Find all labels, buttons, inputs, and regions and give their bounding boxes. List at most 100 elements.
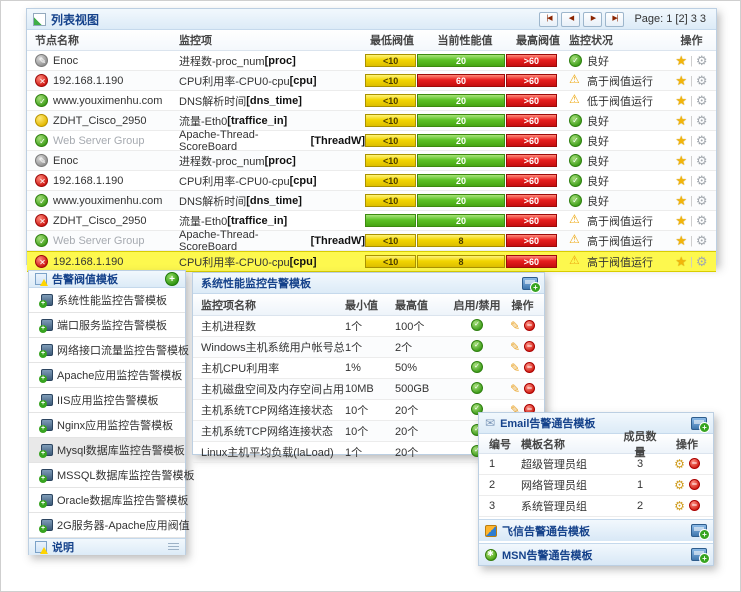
enabled-toggle-icon[interactable] — [471, 382, 483, 394]
threshold-bar: <10 60 >60 — [365, 74, 565, 87]
monitor-row[interactable]: Enoc 进程数-proc_num[proc] <10 20 >60 — [27, 51, 716, 71]
settings-gear-icon[interactable]: ⚙ — [696, 53, 708, 69]
edit-icon[interactable]: ✎ — [510, 382, 520, 396]
template-list-item[interactable]: Apache应用监控告警模板 — [29, 363, 185, 388]
fetion-template-bar[interactable]: 飞信告警通告模板 — [479, 519, 713, 541]
template-item-label: Oracle数据库监控告警模板 — [57, 492, 188, 508]
template-list-item[interactable]: 网络接口流量监控告警模板 — [29, 338, 185, 363]
current-value-segment: 20 — [417, 94, 504, 107]
enabled-toggle-icon[interactable] — [471, 361, 483, 373]
template-list-item[interactable]: Oracle数据库监控告警模板 — [29, 488, 185, 513]
lines-icon — [168, 543, 179, 551]
delete-icon[interactable] — [689, 479, 700, 490]
status-icon — [569, 74, 582, 87]
node-state-icon — [35, 214, 48, 227]
settings-gear-icon[interactable]: ⚙ — [696, 113, 708, 129]
template-item-label: Mysql数据库监控告警模板 — [57, 442, 185, 458]
template-list-item[interactable]: 端口服务监控告警模板 — [29, 313, 185, 338]
status-text: 良好 — [587, 153, 609, 169]
node-name: ZDHT_Cisco_2950 — [53, 215, 147, 227]
settings-gear-icon[interactable]: ⚙ — [696, 133, 708, 149]
monitor-item-text: 流量-Eth0 — [179, 113, 227, 129]
settings-gear-icon[interactable]: ⚙ — [696, 153, 708, 169]
column-member-count: 成员数量 — [619, 428, 661, 460]
node-name: Enoc — [53, 55, 78, 67]
template-list-item[interactable]: Nginx应用监控告警模板 — [29, 413, 185, 438]
pager-next-button[interactable]: ▶ — [583, 12, 602, 27]
monitor-row[interactable]: Web Server Group Apache-Thread-ScoreBoar… — [27, 131, 716, 151]
monitor-item-text: Apache-Thread-ScoreBoard — [179, 229, 311, 253]
add-msn-template-icon[interactable] — [691, 548, 707, 561]
min-value: 10个 — [345, 423, 395, 439]
configure-icon[interactable]: ⚙ — [674, 478, 685, 492]
favorite-star-icon[interactable]: ★ — [675, 193, 687, 209]
node-state-icon — [35, 54, 48, 67]
monitor-row[interactable]: ZDHT_Cisco_2950 流量-Eth0[traffice_in] <10… — [27, 111, 716, 131]
favorite-star-icon[interactable]: ★ — [675, 113, 687, 129]
monitor-row[interactable]: Web Server Group Apache-Thread-ScoreBoar… — [27, 231, 716, 251]
delete-icon[interactable] — [524, 320, 535, 331]
pager-prev-button[interactable]: ◀ — [561, 12, 580, 27]
favorite-star-icon[interactable]: ★ — [675, 153, 687, 169]
delete-icon[interactable] — [524, 341, 535, 352]
delete-icon[interactable] — [524, 362, 535, 373]
add-monitor-item-icon[interactable] — [522, 277, 538, 290]
configure-icon[interactable]: ⚙ — [674, 457, 685, 471]
monitor-row[interactable]: ZDHT_Cisco_2950 流量-Eth0[traffice_in] 20 … — [27, 211, 716, 231]
settings-gear-icon[interactable]: ⚙ — [696, 93, 708, 109]
current-value-segment: 20 — [417, 134, 504, 147]
favorite-star-icon[interactable]: ★ — [675, 213, 687, 229]
favorite-star-icon[interactable]: ★ — [675, 173, 687, 189]
edit-icon[interactable]: ✎ — [510, 340, 520, 354]
favorite-star-icon[interactable]: ★ — [675, 73, 687, 89]
settings-gear-icon[interactable]: ⚙ — [696, 73, 708, 89]
monitor-row[interactable]: 192.168.1.190 CPU利用率-CPU0-cpu[cpu] <10 8… — [27, 251, 716, 272]
template-list-item[interactable]: 系统性能监控告警模板 — [29, 288, 185, 313]
pager-last-button[interactable]: ▶| — [605, 12, 624, 27]
add-fetion-template-icon[interactable] — [691, 524, 707, 537]
add-threshold-template-button[interactable]: + — [165, 272, 179, 286]
column-monitor-name: 监控项名称 — [193, 297, 345, 313]
settings-gear-icon[interactable]: ⚙ — [696, 213, 708, 229]
configure-icon[interactable]: ⚙ — [674, 499, 685, 513]
favorite-star-icon[interactable]: ★ — [675, 133, 687, 149]
template-list-item[interactable]: MSSQL数据库监控告警模板 — [29, 463, 185, 488]
favorite-star-icon[interactable]: ★ — [675, 93, 687, 109]
pager-first-button[interactable]: |◀ — [539, 12, 558, 27]
template-item-icon — [41, 369, 53, 381]
status-icon — [569, 134, 582, 147]
msn-template-bar[interactable]: MSN告警通告模板 — [479, 543, 713, 565]
template-list-item[interactable]: IIS应用监控告警模板 — [29, 388, 185, 413]
delete-icon[interactable] — [689, 500, 700, 511]
status-icon — [569, 194, 582, 207]
enabled-toggle-icon[interactable] — [471, 340, 483, 352]
monitor-row[interactable]: Enoc 进程数-proc_num[proc] <10 20 >60 — [27, 151, 716, 171]
monitor-row[interactable]: www.youximenhu.com DNS解析时间[dns_time] <10… — [27, 191, 716, 211]
monitor-row[interactable]: 192.168.1.190 CPU利用率-CPU0-cpu[cpu] <10 6… — [27, 71, 716, 91]
settings-gear-icon[interactable]: ⚙ — [696, 193, 708, 209]
favorite-star-icon[interactable]: ★ — [675, 254, 687, 270]
template-list-item[interactable]: 2G服务器-Apache应用阀值 — [29, 513, 185, 538]
settings-gear-icon[interactable]: ⚙ — [696, 254, 708, 270]
msn-icon — [485, 549, 497, 561]
node-name: 192.168.1.190 — [53, 75, 123, 87]
favorite-star-icon[interactable]: ★ — [675, 53, 687, 69]
template-list-item[interactable]: Mysql数据库监控告警模板 — [29, 438, 185, 463]
favorite-star-icon[interactable]: ★ — [675, 233, 687, 249]
current-value-segment: 8 — [417, 234, 504, 247]
monitor-row[interactable]: www.youximenhu.com DNS解析时间[dns_time] <10… — [27, 91, 716, 111]
edit-icon[interactable]: ✎ — [510, 361, 520, 375]
min-threshold-segment: <10 — [365, 154, 416, 167]
edit-icon[interactable]: ✎ — [510, 319, 520, 333]
notes-bar[interactable]: 说明 — [29, 538, 185, 555]
add-email-template-icon[interactable] — [691, 417, 707, 430]
enabled-toggle-icon[interactable] — [471, 319, 483, 331]
email-template-title: Email告警通告模板 — [500, 415, 595, 431]
settings-gear-icon[interactable]: ⚙ — [696, 173, 708, 189]
monitor-row[interactable]: 192.168.1.190 CPU利用率-CPU0-cpu[cpu] <10 2… — [27, 171, 716, 191]
max-threshold-segment: >60 — [506, 94, 557, 107]
max-threshold-segment: >60 — [506, 194, 557, 207]
delete-icon[interactable] — [524, 383, 535, 394]
settings-gear-icon[interactable]: ⚙ — [696, 233, 708, 249]
delete-icon[interactable] — [689, 458, 700, 469]
